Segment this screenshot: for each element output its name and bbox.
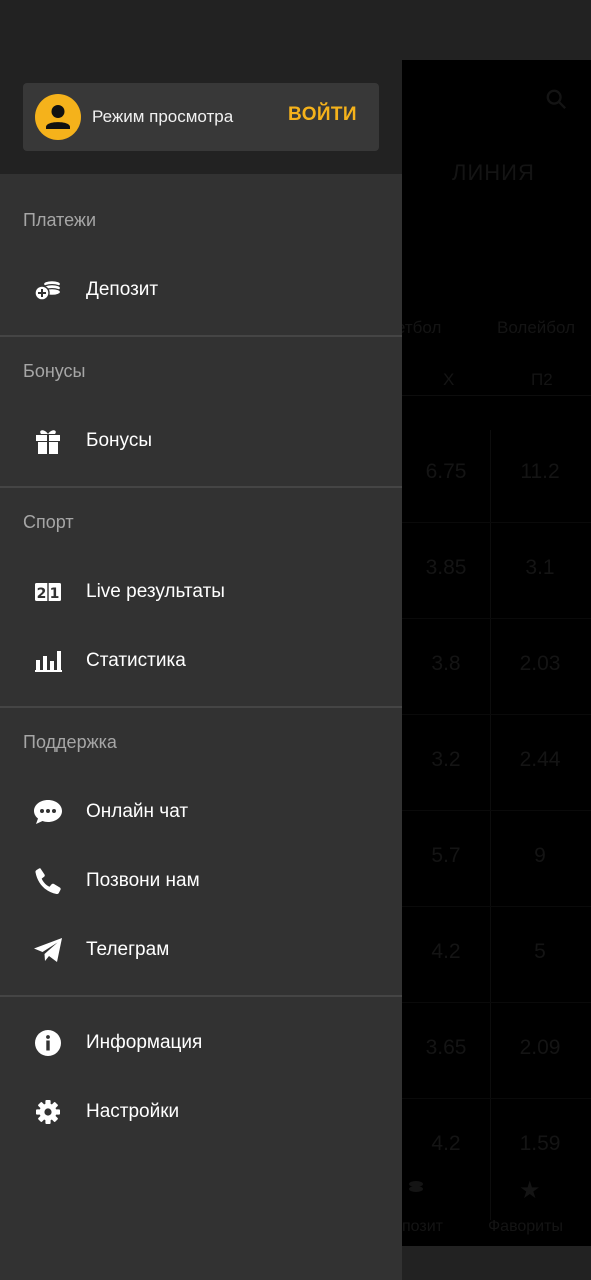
odds-cell: 4.2	[431, 1132, 461, 1155]
section-title-bonuses: Бонусы	[23, 361, 86, 381]
background-screen: ЛИНИЯ етбол Волейбол Х П2 6.75 11.2 3.85…	[402, 60, 591, 1246]
scoreboard-icon: 2 1	[33, 578, 63, 606]
search-icon	[546, 89, 566, 109]
tab-line: ЛИНИЯ	[452, 160, 535, 185]
menu-item-telegram[interactable]: Телеграм	[0, 920, 402, 980]
menu-item-label: Онлайн чат	[86, 801, 189, 822]
column-sport-2: Волейбол	[497, 318, 576, 337]
section-title-sport: Спорт	[23, 512, 74, 532]
menu-item-online-chat[interactable]: Онлайн чат	[0, 782, 402, 842]
table-row: 3.85 3.1	[402, 523, 591, 619]
telegram-icon	[33, 936, 63, 964]
star-icon: ★	[519, 1177, 541, 1204]
table-row: 5.7 9	[402, 811, 591, 907]
view-mode-label: Режим просмотра	[92, 107, 234, 126]
odds-cell: 3.85	[425, 556, 467, 579]
odds-cell: 5.7	[431, 844, 461, 867]
nav-favorites-label: Фавориты	[488, 1218, 563, 1235]
user-icon	[46, 105, 70, 129]
odds-cell: 1.59	[519, 1132, 561, 1155]
table-row: 3.2 2.44	[402, 715, 591, 811]
menu-item-deposit[interactable]: Депозит	[0, 260, 402, 320]
odds-cell: 2.44	[519, 748, 561, 771]
section-title-payments: Платежи	[23, 210, 97, 230]
chat-icon	[33, 798, 63, 826]
menu-item-settings[interactable]: Настройки	[0, 1082, 402, 1142]
svg-text:2: 2	[37, 586, 47, 602]
table-row: 3.8 2.03	[402, 619, 591, 715]
info-icon	[33, 1029, 63, 1057]
table-row: 4.2 5	[402, 907, 591, 1003]
column-outcome-1: Х	[443, 370, 455, 389]
menu-item-label: Бонусы	[86, 430, 152, 451]
odds-cell: 9	[534, 844, 546, 867]
column-outcome-2: П2	[531, 370, 553, 389]
divider	[0, 486, 402, 488]
section-title-support: Поддержка	[23, 732, 117, 752]
svg-text:1: 1	[50, 586, 60, 602]
menu-item-label: Позвони нам	[86, 870, 200, 891]
coins-icon	[33, 276, 63, 304]
nav-deposit-label: позит	[402, 1218, 443, 1235]
menu-item-call-us[interactable]: Позвони нам	[0, 851, 402, 911]
odds-cell: 11.2	[520, 460, 560, 483]
table-row: 3.65 2.09	[402, 1003, 591, 1099]
menu-item-label: Статистика	[86, 650, 186, 671]
divider	[0, 706, 402, 708]
divider	[0, 995, 402, 997]
gift-icon	[33, 427, 63, 455]
menu-item-statistics[interactable]: Статистика	[0, 631, 402, 691]
menu-item-bonuses[interactable]: Бонусы	[0, 411, 402, 471]
menu-item-label: Информация	[86, 1032, 203, 1053]
odds-cell: 6.75	[425, 460, 467, 483]
menu-item-label: Настройки	[86, 1101, 180, 1122]
table-row: 6.75 11.2	[402, 427, 591, 523]
odds-cell: 4.2	[431, 940, 461, 963]
column-sport-1: етбол	[402, 318, 442, 337]
coins-icon	[409, 1181, 423, 1192]
odds-cell: 3.2	[431, 748, 461, 771]
menu-item-information[interactable]: Информация	[0, 1013, 402, 1073]
odds-cell: 3.1	[525, 556, 555, 579]
odds-cell: 5	[534, 940, 546, 963]
divider	[402, 395, 591, 396]
drawer-header: Режим просмотра ВОЙТИ	[0, 0, 402, 174]
menu-item-label: Live результаты	[86, 581, 225, 602]
menu-item-live-results[interactable]: 2 1 Live результаты	[0, 562, 402, 622]
avatar	[35, 94, 81, 140]
login-button[interactable]: ВОЙТИ	[288, 104, 357, 126]
phone-icon	[33, 867, 63, 895]
odds-cell: 2.03	[519, 652, 561, 675]
bar-chart-icon	[33, 647, 63, 675]
gear-icon	[33, 1098, 63, 1126]
menu-item-label: Телеграм	[86, 939, 170, 960]
divider	[0, 335, 402, 337]
user-card: Режим просмотра ВОЙТИ	[23, 83, 379, 151]
menu-item-label: Депозит	[86, 279, 159, 300]
odds-cell: 2.09	[519, 1036, 561, 1059]
odds-cell: 3.8	[431, 652, 461, 675]
navigation-drawer: Режим просмотра ВОЙТИ Платежи Депозит Бо…	[0, 0, 402, 1280]
odds-cell: 3.65	[425, 1036, 467, 1059]
table-row: 4.2 1.59	[402, 1099, 591, 1195]
